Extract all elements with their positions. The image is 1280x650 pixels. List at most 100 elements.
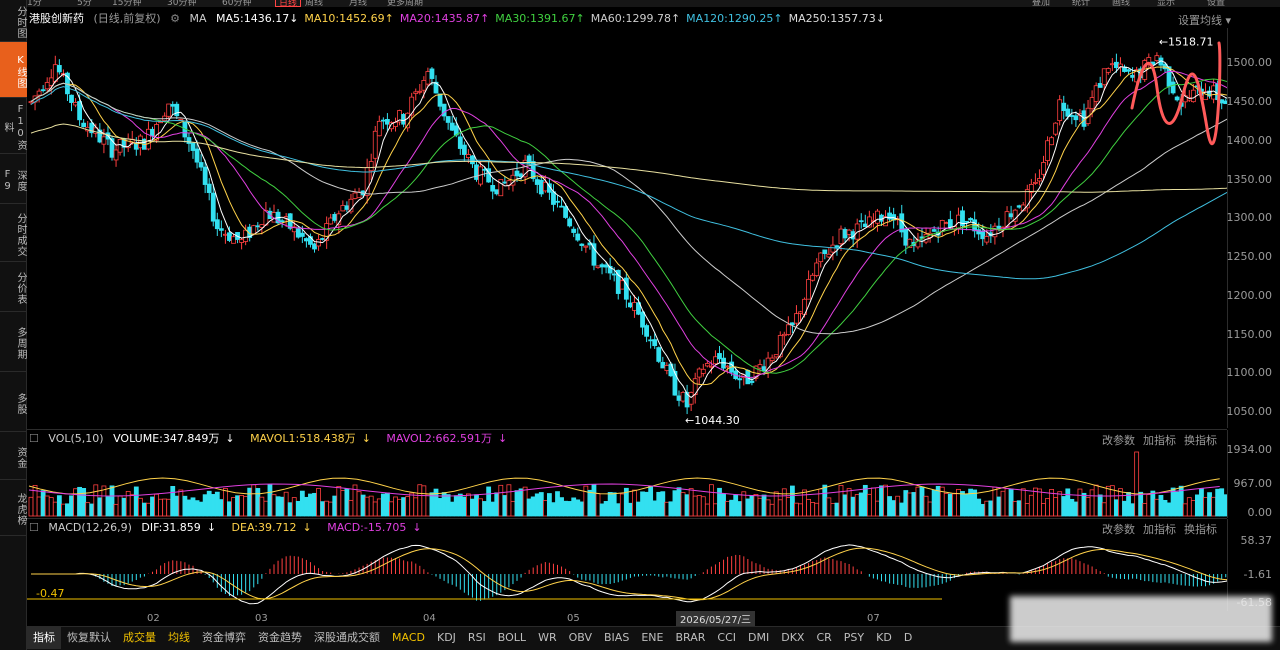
top-tab-13[interactable]: 设置 <box>1207 0 1225 7</box>
panel-toggle-icon[interactable]: ☐ <box>29 521 39 534</box>
volume-bar <box>194 500 200 517</box>
add-indicator-button[interactable]: 加指标 <box>1143 434 1176 447</box>
top-tab-12[interactable]: 显示 <box>1157 0 1175 7</box>
volume-bar <box>457 493 463 517</box>
volume-bar <box>490 501 496 517</box>
volume-bar <box>198 501 204 517</box>
indicator-tab-7[interactable]: MACD <box>386 627 431 649</box>
indicator-tab-21[interactable]: KD <box>870 627 898 649</box>
indicator-tab-2[interactable]: 成交量 <box>117 627 162 649</box>
volume-bar <box>494 492 500 517</box>
sidebar-item-4[interactable]: 分时成交 <box>0 204 27 262</box>
sidebar-item-2[interactable]: F10资料 <box>0 98 27 154</box>
candle-body <box>1061 102 1067 112</box>
volume-bar <box>551 502 556 517</box>
indicator-tab-4[interactable]: 资金博弈 <box>196 627 252 649</box>
sidebar-item-7[interactable]: 多股 <box>0 372 27 432</box>
top-tab-0[interactable]: 1分 <box>27 0 42 7</box>
top-tab-11[interactable]: 画线 <box>1112 0 1130 7</box>
volume-bar <box>1069 498 1075 517</box>
top-tab-4[interactable]: 60分钟 <box>222 0 251 7</box>
top-tab-3[interactable]: 30分钟 <box>167 0 196 7</box>
candle-body <box>56 65 62 73</box>
candle-body <box>328 217 334 225</box>
volume-bar <box>668 501 674 517</box>
candle-body <box>538 179 544 195</box>
switch-indicator-button[interactable]: 换指标 <box>1184 523 1217 536</box>
volume-chart[interactable] <box>27 448 1227 518</box>
volume-bar <box>1105 485 1111 517</box>
indicator-tab-3[interactable]: 均线 <box>162 627 196 649</box>
y-tick-label: 1450.00 <box>1226 95 1273 108</box>
volume-bar <box>733 494 739 517</box>
indicator-tab-15[interactable]: BRAR <box>669 627 711 649</box>
volume-bar <box>538 492 544 517</box>
sidebar-item-5[interactable]: 分价表 <box>0 262 27 312</box>
indicator-tab-20[interactable]: PSY <box>838 627 870 649</box>
volume-bar <box>984 500 990 517</box>
candle-body <box>603 264 609 268</box>
volume-bar <box>579 501 585 517</box>
candle-body <box>1049 137 1054 146</box>
indicator-tab-18[interactable]: DKX <box>775 627 810 649</box>
volume-bar <box>364 496 370 517</box>
candle-body <box>822 249 828 254</box>
volume-bar <box>259 496 265 517</box>
sidebar-item-3[interactable]: 深度F9 <box>0 154 27 204</box>
volume-bar <box>1114 499 1119 517</box>
add-indicator-button[interactable]: 加指标 <box>1143 523 1176 536</box>
volume-bar <box>478 498 483 517</box>
change-param-button[interactable]: 改参数 <box>1102 523 1135 536</box>
indicator-tab-5[interactable]: 资金趋势 <box>252 627 308 649</box>
candle-body <box>449 122 455 131</box>
sidebar-item-1[interactable]: K线图 <box>0 42 27 98</box>
sidebar-item-8[interactable]: 资金 <box>0 432 27 480</box>
indicator-tab-9[interactable]: RSI <box>462 627 492 649</box>
indicator-tab-8[interactable]: KDJ <box>431 627 462 649</box>
y-tick-label: 1350.00 <box>1226 173 1273 186</box>
change-param-button[interactable]: 改参数 <box>1102 434 1135 447</box>
volume-bar <box>761 494 767 517</box>
candle-body <box>457 136 463 149</box>
indicator-tab-10[interactable]: BOLL <box>492 627 532 649</box>
candle-body <box>186 137 192 144</box>
top-tab-7[interactable]: 月线 <box>349 0 367 7</box>
sidebar-item-6[interactable]: 多周期 <box>0 312 27 372</box>
indicator-tab-6[interactable]: 深股通成交额 <box>308 627 386 649</box>
sidebar-item-9[interactable]: 龙虎榜 <box>0 480 27 536</box>
top-tab-1[interactable]: 5分 <box>77 0 92 7</box>
candle-body <box>214 219 220 230</box>
sidebar-item-0[interactable]: 分时图 <box>0 0 27 42</box>
indicator-tab-16[interactable]: CCI <box>711 627 742 649</box>
candle-body <box>757 364 763 369</box>
volume-bar <box>1020 488 1026 517</box>
top-tab-5[interactable]: 日线 <box>275 0 302 7</box>
candle-body <box>1114 61 1119 69</box>
top-tab-2[interactable]: 15分钟 <box>112 0 141 7</box>
indicator-tab-1[interactable]: 恢复默认 <box>61 627 117 649</box>
indicator-tab-11[interactable]: WR <box>532 627 563 649</box>
indicator-tab-12[interactable]: OBV <box>563 627 598 649</box>
panel-toggle-icon[interactable]: ☐ <box>29 432 39 445</box>
top-tab-9[interactable]: 叠加 <box>1032 0 1050 7</box>
indicator-tab-14[interactable]: ENE <box>635 627 669 649</box>
indicator-tab-13[interactable]: BIAS <box>598 627 635 649</box>
indicator-tab-22[interactable]: D <box>898 627 918 649</box>
mavol1-arrow: ↓ <box>361 432 371 445</box>
volume-bar <box>1126 492 1131 517</box>
candle-body <box>344 205 350 210</box>
candlestick-chart[interactable]: ←1518.71 ←1044.30 <box>27 28 1227 428</box>
top-tab-8[interactable]: 更多周期 <box>387 0 423 7</box>
top-tab-6[interactable]: 周线 <box>305 0 323 7</box>
indicator-tab-0[interactable]: 指标 <box>27 627 61 649</box>
gear-icon[interactable]: ⚙ <box>170 12 180 25</box>
ma-settings-button[interactable]: 设置均线 <box>1178 14 1222 27</box>
top-tab-10[interactable]: 统计 <box>1072 0 1090 7</box>
y-tick-label: 1300.00 <box>1226 211 1273 224</box>
ma-settings[interactable]: 设置均线 ▾ <box>1170 12 1231 28</box>
indicator-tab-17[interactable]: DMI <box>742 627 775 649</box>
volume-bar <box>1057 491 1063 517</box>
volume-bar <box>275 496 281 517</box>
indicator-tab-19[interactable]: CR <box>810 627 837 649</box>
switch-indicator-button[interactable]: 换指标 <box>1184 434 1217 447</box>
